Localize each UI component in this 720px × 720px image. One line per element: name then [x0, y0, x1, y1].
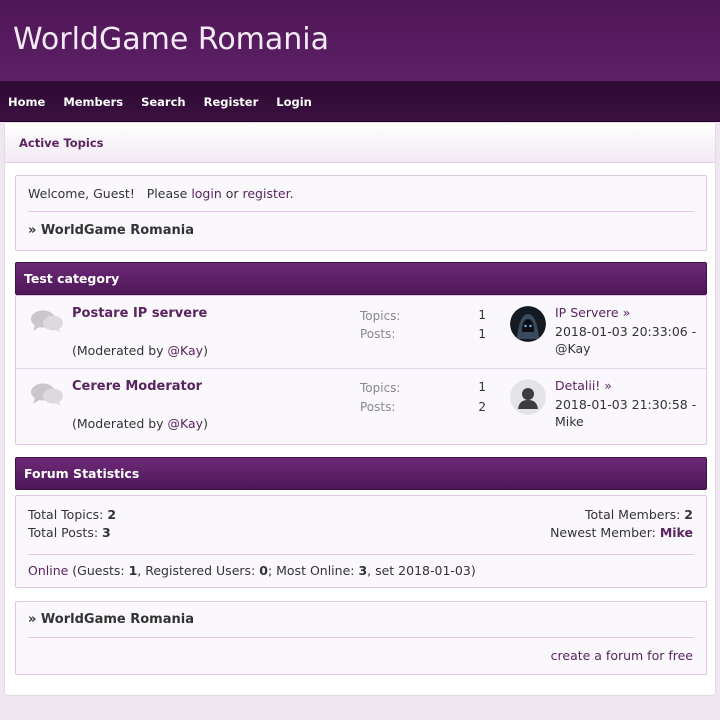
- stats-box: Total Topics: 2 Total Posts: 3 Total Mem…: [15, 495, 707, 588]
- moderator-prefix: (Moderated by: [72, 343, 168, 358]
- main-nav: Home Members Search Register Login: [0, 82, 720, 122]
- online-registered-label: , Registered Users:: [137, 563, 260, 578]
- speech-bubbles-icon: [31, 383, 63, 406]
- online-most-label: ; Most Online:: [267, 563, 359, 578]
- breadcrumb[interactable]: » WorldGame Romania: [28, 223, 194, 238]
- forum-row: Cerere Moderator (Moderated by @Kay) Top…: [16, 368, 706, 440]
- last-post-date: 2018-01-03 20:33:06 -: [555, 324, 697, 339]
- forum-row: Postare IP servere (Moderated by @Kay) T…: [16, 296, 706, 368]
- nav-members[interactable]: Members: [63, 95, 123, 109]
- last-post-arrow[interactable]: »: [623, 305, 631, 320]
- last-post-link[interactable]: IP Servere »: [555, 305, 630, 320]
- last-post-author[interactable]: @Kay: [555, 340, 705, 357]
- last-post-date: 2018-01-03 21:30:58 -: [555, 397, 697, 412]
- online-suffix: , set 2018-01-03): [367, 563, 476, 578]
- total-members-label: Total Members:: [585, 507, 685, 522]
- forum-title[interactable]: Postare IP servere: [72, 306, 207, 321]
- posts-label: Posts:: [360, 327, 396, 341]
- topics-count: 1: [478, 380, 486, 394]
- last-post-title[interactable]: Detalii!: [555, 378, 600, 393]
- moderator-prefix: (Moderated by: [72, 416, 168, 431]
- online-registered-value: 0: [259, 563, 268, 578]
- online-most-value: 3: [358, 563, 368, 578]
- or-text: or: [221, 186, 243, 201]
- newest-member-label: Newest Member:: [550, 525, 660, 540]
- category-title[interactable]: Test category: [24, 271, 119, 286]
- moderator-suffix: ): [203, 343, 208, 358]
- last-post-meta: 2018-01-03 21:30:58 - Mike: [555, 396, 705, 430]
- nav-register[interactable]: Register: [204, 95, 259, 109]
- total-members-value: 2: [684, 507, 693, 522]
- total-posts: Total Posts: 3: [28, 524, 116, 542]
- content-wrapper: Active Topics Welcome, Guest! Please log…: [4, 122, 716, 696]
- forum-moderators: (Moderated by @Kay): [72, 343, 208, 358]
- last-post-meta: 2018-01-03 20:33:06 - @Kay: [555, 323, 705, 357]
- divider: [28, 211, 694, 212]
- nav-search[interactable]: Search: [141, 95, 186, 109]
- welcome-suffix: .: [289, 186, 294, 201]
- topics-label: Topics:: [360, 381, 401, 395]
- online-link[interactable]: Online: [28, 563, 68, 578]
- divider: [28, 554, 694, 555]
- last-post-title[interactable]: IP Servere: [555, 305, 619, 320]
- footer-breadcrumb[interactable]: » WorldGame Romania: [28, 612, 194, 627]
- total-posts-label: Total Posts:: [28, 525, 103, 540]
- topics-count: 1: [478, 308, 486, 322]
- site-title[interactable]: WorldGame Romania: [13, 22, 329, 57]
- newest-member: Newest Member: Mike: [550, 524, 693, 542]
- posts-count: 2: [478, 400, 486, 414]
- speech-bubbles-icon: [31, 310, 63, 333]
- divider: [28, 637, 694, 638]
- total-topics-value: 2: [107, 507, 117, 522]
- stats-members: Total Members: 2 Newest Member: Mike: [550, 506, 693, 542]
- online-guests-label: (Guests:: [68, 563, 129, 578]
- active-topics-link[interactable]: Active Topics: [19, 136, 104, 150]
- forum-list: Postare IP servere (Moderated by @Kay) T…: [15, 295, 707, 445]
- total-topics: Total Topics: 2: [28, 506, 116, 524]
- footer-box: » WorldGame Romania create a forum for f…: [15, 601, 707, 675]
- nav-home[interactable]: Home: [8, 95, 45, 109]
- register-link[interactable]: register: [243, 186, 290, 201]
- site-header: WorldGame Romania: [0, 0, 720, 82]
- online-info: Online (Guests: 1, Registered Users: 0; …: [28, 563, 476, 578]
- posts-label: Posts:: [360, 400, 396, 414]
- moderator-suffix: ): [203, 416, 208, 431]
- last-post-arrow[interactable]: »: [604, 378, 612, 393]
- category-header: Test category: [15, 262, 707, 295]
- stats-title: Forum Statistics: [24, 466, 140, 481]
- create-forum-link[interactable]: create a forum for free: [551, 648, 693, 663]
- welcome-message: Welcome, Guest! Please login or register…: [28, 186, 294, 201]
- moderator-link[interactable]: @Kay: [168, 416, 204, 431]
- posts-count: 1: [478, 327, 486, 341]
- newest-member-link[interactable]: Mike: [660, 525, 693, 540]
- stats-totals: Total Topics: 2 Total Posts: 3: [28, 506, 116, 542]
- sub-bar: Active Topics: [5, 123, 715, 163]
- welcome-text: Welcome, Guest! Please: [28, 186, 192, 201]
- last-post-link[interactable]: Detalii! »: [555, 378, 612, 393]
- forum-title[interactable]: Cerere Moderator: [72, 379, 202, 394]
- topics-label: Topics:: [360, 309, 401, 323]
- online-guests-value: 1: [128, 563, 138, 578]
- hooded-figure-avatar-icon[interactable]: [510, 306, 546, 342]
- default-user-avatar-icon[interactable]: [510, 379, 546, 415]
- welcome-box: Welcome, Guest! Please login or register…: [15, 175, 707, 251]
- total-members: Total Members: 2: [550, 506, 693, 524]
- nav-login[interactable]: Login: [276, 95, 312, 109]
- forum-moderators: (Moderated by @Kay): [72, 416, 208, 431]
- login-link[interactable]: login: [191, 186, 221, 201]
- moderator-link[interactable]: @Kay: [168, 343, 204, 358]
- total-posts-value: 3: [102, 525, 111, 540]
- last-post-author[interactable]: Mike: [555, 413, 705, 430]
- stats-header: Forum Statistics: [15, 457, 707, 490]
- total-topics-label: Total Topics:: [28, 507, 108, 522]
